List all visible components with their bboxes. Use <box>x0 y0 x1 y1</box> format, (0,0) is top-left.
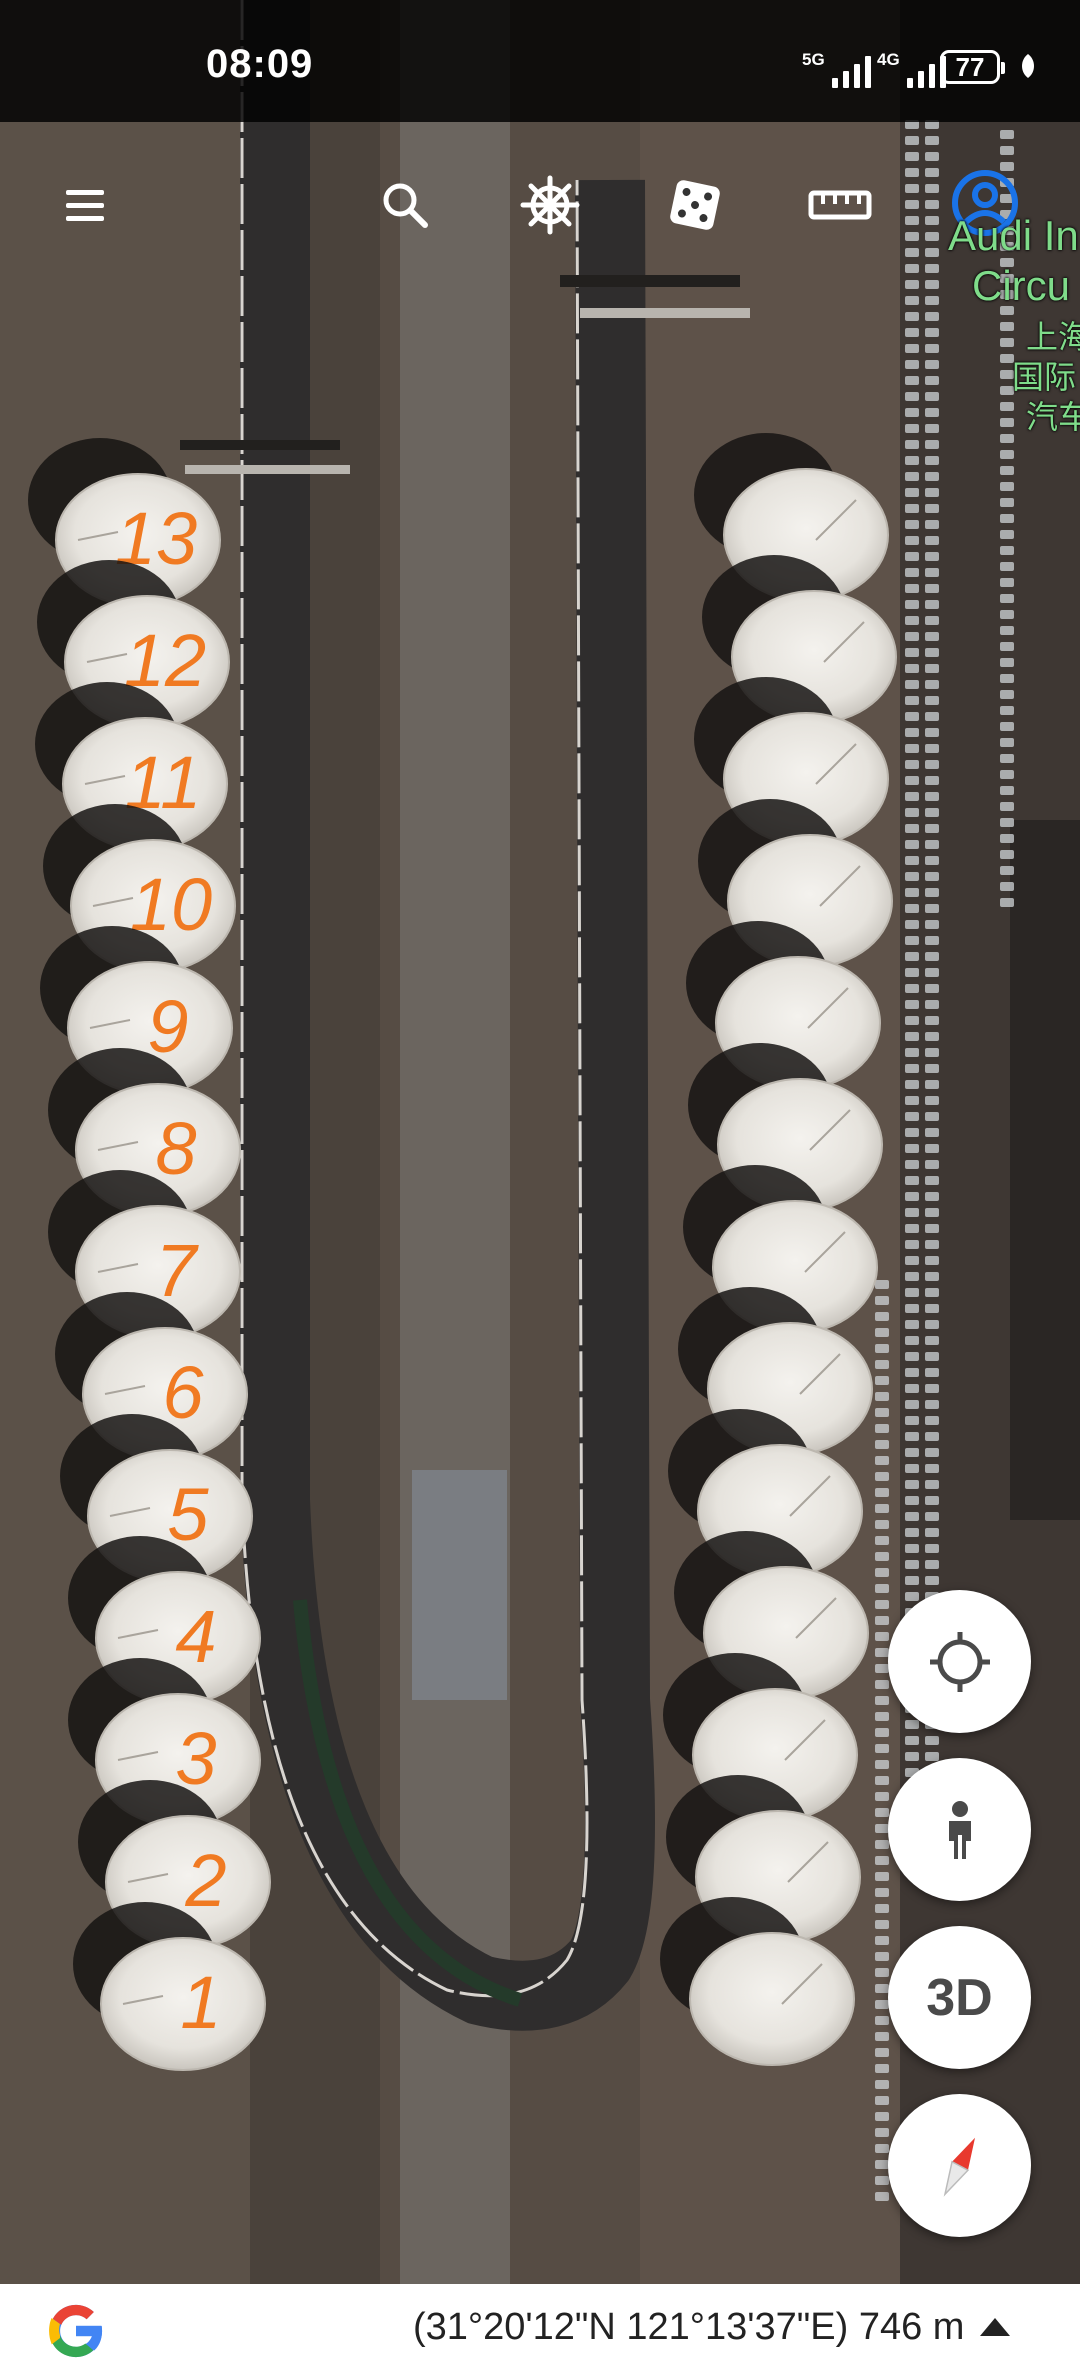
pit-dome-right <box>689 1932 855 2066</box>
clock: 08:09 <box>206 42 314 86</box>
crosshair-icon <box>929 1631 990 1692</box>
pit-number-label: 2 <box>184 1839 226 1922</box>
menu-icon <box>66 190 104 221</box>
google-logo-icon <box>49 2304 104 2358</box>
compass-button[interactable] <box>888 2094 1031 2237</box>
battery-indicator: 77 <box>940 50 1005 84</box>
place-label-line2[interactable]: Circu <box>972 262 1070 310</box>
place-label-cn3: 汽车 <box>1026 399 1080 435</box>
place-label-line1[interactable]: Audi In <box>948 212 1079 260</box>
pit-dome-left: 1 <box>100 1937 266 2071</box>
pit-number-label: 1 <box>180 1961 221 2044</box>
search-button[interactable] <box>360 160 450 250</box>
3d-toggle-button[interactable]: 3D <box>888 1926 1031 2069</box>
ruler-icon <box>808 190 872 220</box>
expand-info-caret-icon[interactable] <box>980 2318 1010 2336</box>
menu-button[interactable] <box>40 160 130 250</box>
dice-icon <box>670 180 720 230</box>
bottom-bar: (31°20'12"N 121°13'37"E) 746 m <box>0 2284 1080 2376</box>
street-view-button[interactable] <box>888 1758 1031 1901</box>
search-icon <box>383 183 428 228</box>
signal-5g-icon: 5G <box>802 50 871 88</box>
pit-number-label: 7 <box>155 1229 199 1312</box>
ship-wheel-icon <box>520 175 580 235</box>
voyager-button[interactable] <box>505 160 595 250</box>
pit-number-label: 8 <box>155 1107 196 1190</box>
my-location-button[interactable] <box>888 1590 1031 1733</box>
measure-button[interactable] <box>795 160 885 250</box>
3d-label: 3D <box>926 1968 993 2027</box>
feeling-lucky-button[interactable] <box>650 160 740 250</box>
power-saving-icon <box>1018 52 1038 87</box>
compass-icon <box>943 2137 975 2197</box>
status-bar: 08:09 5G 4G 77 <box>0 0 1080 122</box>
signal-4g-icon: 4G <box>877 50 946 88</box>
pit-number-label: 6 <box>162 1351 204 1434</box>
coordinates-readout: (31°20'12"N 121°13'37"E) 746 m <box>413 2306 965 2348</box>
pegman-icon <box>948 1800 971 1859</box>
pit-number-label: 4 <box>175 1595 216 1678</box>
